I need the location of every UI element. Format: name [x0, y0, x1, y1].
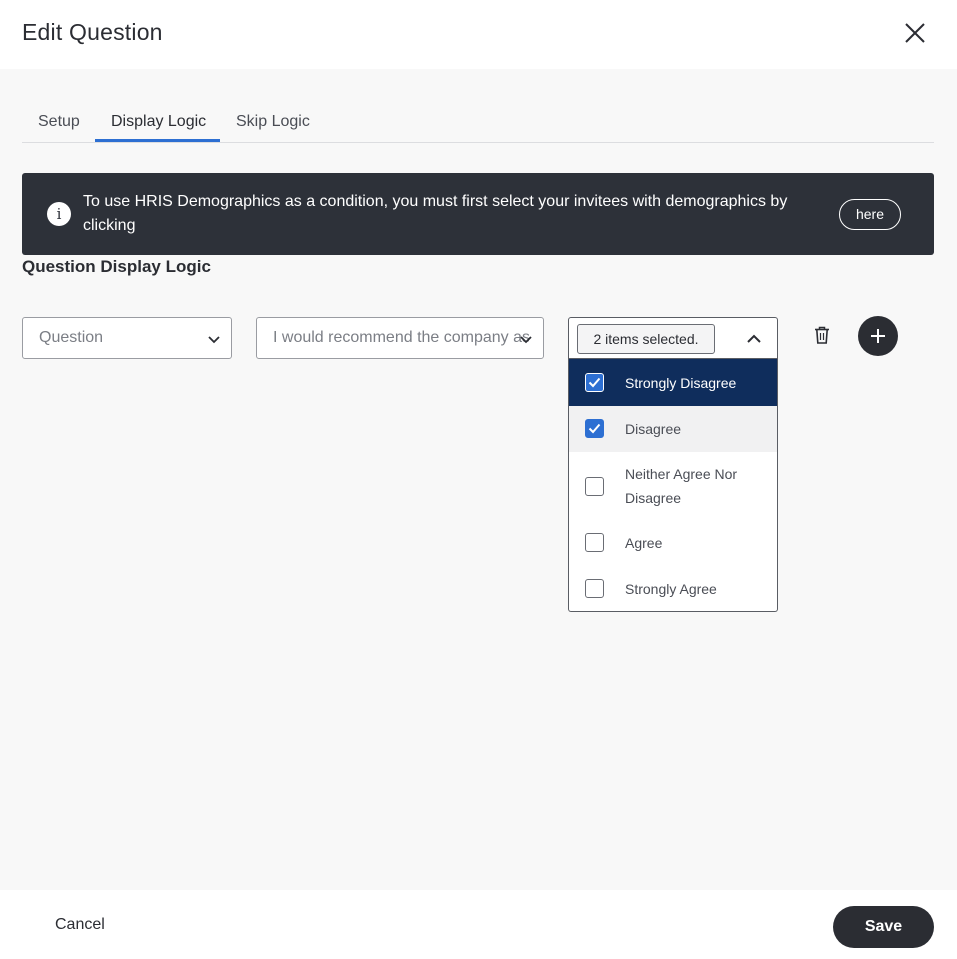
- active-tab-indicator: [95, 139, 220, 142]
- section-title: Question Display Logic: [22, 257, 211, 276]
- option-label: Disagree: [625, 421, 682, 437]
- info-icon: i: [47, 202, 71, 226]
- check-icon: [588, 377, 601, 388]
- checkbox-unchecked[interactable]: [585, 579, 604, 598]
- tab-bar: Setup Display Logic Skip Logic: [22, 101, 934, 143]
- checkbox-unchecked[interactable]: [585, 533, 604, 552]
- option-disagree[interactable]: Disagree: [569, 406, 777, 452]
- tab-display-logic[interactable]: Display Logic: [111, 113, 206, 131]
- modal-header: Edit Question: [0, 0, 957, 69]
- answers-dropdown-list: Strongly Disagree Disagree Neither Agree…: [568, 359, 778, 612]
- checkbox-checked[interactable]: [585, 373, 604, 392]
- option-agree[interactable]: Agree: [569, 520, 777, 566]
- chevron-up-icon[interactable]: [745, 330, 763, 348]
- plus-icon: [871, 329, 885, 343]
- answers-multiselect[interactable]: 2 items selected.: [568, 317, 778, 359]
- here-button[interactable]: here: [839, 199, 901, 230]
- cancel-button[interactable]: Cancel: [55, 916, 105, 934]
- option-strongly-agree[interactable]: Strongly Agree: [569, 566, 777, 611]
- chevron-down-icon: [520, 336, 532, 344]
- banner-message: To use HRIS Demographics as a condition,…: [83, 193, 788, 234]
- question-select[interactable]: I would recommend the company as a great…: [256, 317, 544, 359]
- close-icon: [905, 23, 925, 43]
- question-select-value: I would recommend the company as a great…: [273, 329, 529, 346]
- condition-type-value: Question: [39, 329, 104, 346]
- option-neither[interactable]: Neither Agree Nor Disagree: [569, 452, 777, 520]
- hris-info-banner: i To use HRIS Demographics as a conditio…: [22, 173, 934, 255]
- modal-title: Edit Question: [22, 19, 163, 45]
- modal-footer: Cancel Save: [0, 890, 957, 959]
- option-label: Agree: [625, 535, 663, 551]
- tab-skip-logic[interactable]: Skip Logic: [236, 113, 310, 131]
- option-strongly-disagree[interactable]: Strongly Disagree: [569, 359, 777, 406]
- checkbox-unchecked[interactable]: [585, 477, 604, 496]
- save-button[interactable]: Save: [833, 906, 934, 948]
- checkbox-checked[interactable]: [585, 419, 604, 438]
- delete-condition-button[interactable]: [812, 325, 832, 345]
- option-label: Neither Agree Nor Disagree: [625, 466, 738, 506]
- option-label: Strongly Disagree: [625, 375, 737, 391]
- condition-type-select[interactable]: Question: [22, 317, 232, 359]
- trash-icon: [815, 326, 829, 344]
- check-icon: [588, 423, 601, 434]
- chevron-down-icon: [208, 336, 220, 344]
- selected-count-chip: 2 items selected.: [577, 324, 715, 354]
- add-condition-button[interactable]: [858, 316, 898, 356]
- close-button[interactable]: [900, 18, 930, 48]
- option-label: Strongly Agree: [625, 581, 717, 597]
- tab-setup[interactable]: Setup: [38, 113, 80, 131]
